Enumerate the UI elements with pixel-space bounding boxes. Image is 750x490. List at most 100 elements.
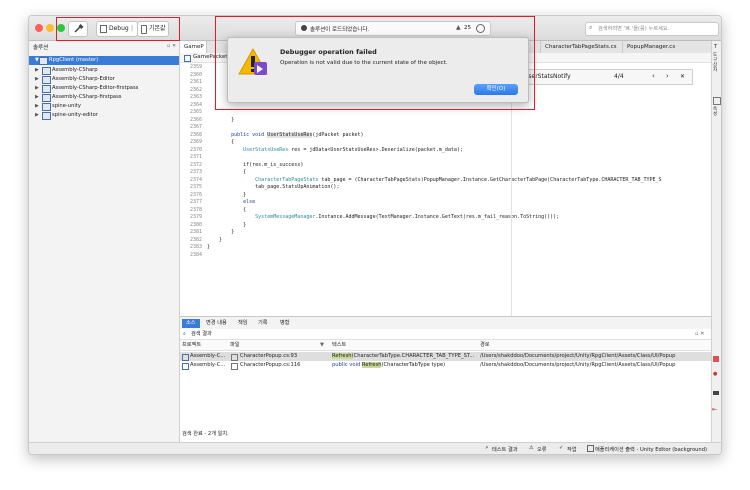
code-line: tab_page.StatsUpAnimation(); [207, 184, 340, 190]
chevron-right-icon[interactable]: ▶ [35, 111, 39, 120]
project-icon [42, 67, 51, 75]
minimize-window-button[interactable] [46, 24, 54, 32]
tab-log[interactable]: 기록 [254, 319, 272, 328]
tab-properties[interactable]: 속성 [713, 107, 721, 117]
code-line: else [207, 199, 256, 205]
code-token: UserStatsUseRes [267, 131, 313, 138]
column-header[interactable]: 프로젝트 [182, 340, 201, 350]
bolt-icon: ⚡ [485, 445, 489, 451]
line-number: 2364 [189, 101, 202, 108]
tree-item-label: Assembly-CSharp-Editor [52, 76, 115, 82]
tab-label: PopupManager.cs [627, 44, 676, 50]
column-header[interactable]: 경로 [480, 340, 490, 350]
tab-changes[interactable]: 변경 내용 [202, 319, 231, 328]
line-number: 2373 [189, 169, 202, 175]
chevron-right-icon[interactable]: ▶ [35, 102, 39, 111]
chevron-right-icon[interactable]: ▶ [35, 84, 39, 93]
tree-item-label: Assembly-CSharp-Editor-firstpass [52, 85, 139, 91]
panel-options-icon[interactable]: ▫ ✕ [167, 43, 176, 49]
search-results-panel: ⌕ 검색 결과 ▫ ✕ 프로젝트 파일 ▼ 텍스트 경로 Assembly-C.… [180, 329, 711, 439]
tab-toolbox[interactable]: 도구 상자 [713, 53, 721, 73]
chevron-right-icon[interactable]: › [666, 72, 669, 80]
status-errors[interactable]: 오류 [537, 446, 547, 453]
code-line: } [207, 221, 247, 228]
code-line: } [207, 116, 235, 123]
tab-merge[interactable]: 병합 [276, 319, 294, 328]
tab-source[interactable]: 소스 [182, 319, 200, 328]
status-test-results[interactable]: 테스트 결과 [492, 446, 518, 453]
chevron-right-icon[interactable]: ▶ [35, 93, 39, 102]
tree-item[interactable]: ▶ Assembly-CSharp-Editor-firstpass [29, 84, 179, 93]
tab-label: GameP [184, 44, 204, 50]
tree-item[interactable]: ▶ Assembly-CSharp-firstpass [29, 93, 179, 102]
code-line: { [207, 169, 247, 175]
tree-item[interactable]: ▶ spine-unity [29, 102, 179, 111]
status-bar: ⚡ 테스트 결과 ⚠ 오류 ✓ 작업 애플리케이션 출력 - Unity Edi… [29, 442, 721, 454]
cell-text: Refresh(CharacterTabType.CHARACTER_TAB_T… [332, 352, 478, 361]
sort-down-icon[interactable]: ▼ [320, 340, 324, 350]
cell-project: Assembly-C... [190, 362, 226, 368]
status-tasks[interactable]: 작업 [567, 446, 577, 453]
tree-item-label: spine-unity-editor [52, 112, 98, 118]
tab-popupmanager[interactable]: PopupManager.cs [622, 41, 699, 53]
table-row[interactable]: Assembly-C... CharacterPopup.cs:93 Refre… [180, 352, 711, 361]
code-line: SystemMessageManager.Instance.AddMessage… [207, 214, 707, 222]
chevron-right-icon[interactable]: ▶ [35, 75, 39, 84]
tree-root[interactable]: ▼ RpgClient (master) [29, 56, 179, 65]
project-icon [42, 94, 51, 102]
ide-window: Debug | 기본값 솔루션이 로드되었습니다. ▲ 25 ⌕ 검색하려면 '… [28, 15, 722, 455]
error-icon: ⚠ [529, 445, 534, 451]
results-header: ⌕ 검색 결과 ▫ ✕ [180, 329, 711, 340]
code-token: .Instance.AddMessage(TextManager.Instanc… [315, 214, 560, 220]
stop-icon[interactable] [713, 356, 719, 362]
line-number: 2362 [189, 86, 202, 93]
toolbox-icon[interactable]: T [714, 44, 717, 50]
project-icon [42, 76, 51, 84]
tree-item-label: Assembly-CSharp [52, 67, 98, 73]
tab-label: 기록 [258, 320, 268, 326]
line-number: 2379 [189, 214, 202, 220]
tab-label: 소스 [186, 320, 196, 326]
results-columns: 프로젝트 파일 ▼ 텍스트 경로 [180, 340, 711, 351]
code-line: } [207, 191, 247, 198]
tab-blame[interactable]: 책임 [234, 319, 252, 328]
find-count: 4/4 [614, 73, 624, 80]
project-icon [182, 363, 189, 370]
close-window-button[interactable] [35, 24, 43, 32]
line-number: 2363 [189, 94, 202, 100]
breakpoint-icon[interactable]: ⇤ [712, 406, 717, 413]
status-app-output[interactable]: 애플리케이션 출력 - Unity Editor (background) [595, 446, 707, 453]
solution-panel: 솔루션 ▫ ✕ ▼ RpgClient (master) ▶ Assembly-C… [29, 41, 180, 454]
chevron-right-icon[interactable]: ▶ [35, 66, 39, 75]
code-token: UserStatsUseRes [207, 146, 289, 153]
terminal-icon[interactable] [713, 391, 719, 395]
project-icon [42, 85, 51, 93]
search-box[interactable]: ⌕ 검색하려면 '⌘.'을(를) 누르세요. [585, 22, 719, 36]
code-line: public void UserStatsUseRes(jdPacket pac… [207, 131, 707, 140]
table-row[interactable]: Assembly-C... CharacterPopup.cs:116 publ… [180, 361, 711, 370]
debug-icon[interactable]: ● [713, 371, 717, 377]
annotation-box-toolbar [56, 17, 180, 41]
tree-item[interactable]: ▶ Assembly-CSharp-Editor [29, 75, 179, 84]
code-line: CharacterTabPageStats tab_page = (Charac… [207, 177, 707, 185]
column-header[interactable]: 파일 [230, 340, 240, 350]
solution-icon [39, 57, 48, 65]
tab-gamepacket[interactable]: GameP [180, 41, 207, 53]
code-token: public void [207, 131, 268, 138]
tab-charactertabpagestats[interactable]: CharacterTabPageStats.cs [540, 41, 630, 53]
close-icon[interactable]: ✕ [680, 73, 685, 80]
code-line: } [207, 236, 223, 243]
tab-label: 변경 내용 [206, 320, 227, 326]
line-number: 2369 [189, 139, 202, 145]
panel-options-icon[interactable]: ▫ ✕ [695, 329, 705, 339]
chevron-left-icon[interactable]: ‹ [652, 72, 655, 80]
results-footer: 검색 완료 - 2개 일치. [182, 431, 229, 437]
search-icon: ⌕ [183, 331, 186, 337]
output-icon [587, 445, 594, 452]
tree-item[interactable]: ▶ Assembly-CSharp [29, 66, 179, 75]
cell-file: CharacterPopup.cs:93 [240, 353, 298, 359]
tree-root-label: RpgClient (master) [49, 57, 99, 63]
tree-item[interactable]: ▶ spine-unity-editor [29, 111, 179, 120]
column-header[interactable]: 텍스트 [332, 340, 346, 350]
